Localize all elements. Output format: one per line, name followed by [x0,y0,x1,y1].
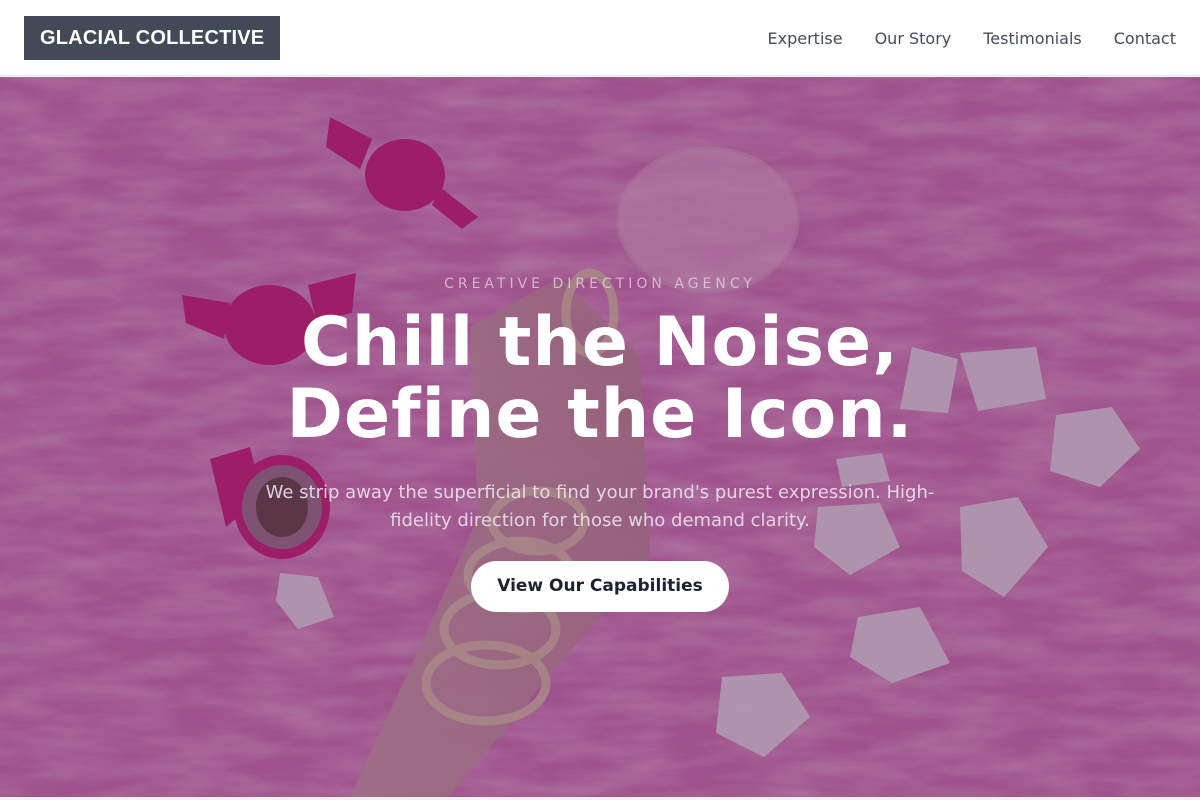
main-nav: Expertise Our Story Testimonials Contact [768,0,1176,76]
hero-headline-line-1: Chill the Noise, [301,303,899,382]
nav-link-expertise[interactable]: Expertise [768,29,843,48]
nav-link-our-story[interactable]: Our Story [875,29,952,48]
nav-link-contact[interactable]: Contact [1114,29,1176,48]
hero-headline-line-2: Define the Icon. [286,375,914,454]
hero-headline: Chill the Noise, Define the Icon. [0,307,1200,451]
logo[interactable]: GLACIAL COLLECTIVE [24,16,281,60]
nav-link-testimonials[interactable]: Testimonials [983,29,1082,48]
hero-eyebrow: CREATIVE DIRECTION AGENCY [444,276,756,292]
hero-content: CREATIVE DIRECTION AGENCY Chill the Nois… [0,77,1200,797]
hero-subtext: We strip away the superficial to find yo… [265,482,935,531]
view-capabilities-button[interactable]: View Our Capabilities [471,561,729,612]
site-header: GLACIAL COLLECTIVE Expertise Our Story T… [0,0,1200,76]
hero-section: CREATIVE DIRECTION AGENCY Chill the Nois… [0,77,1200,797]
